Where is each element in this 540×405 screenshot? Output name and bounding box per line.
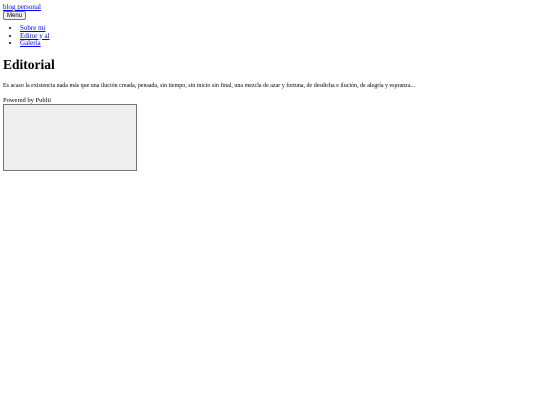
nav-link-galeria[interactable]: Galeria	[20, 39, 41, 47]
nav-item-editor: Editor y al	[20, 32, 540, 41]
site-logo-link[interactable]: blog personal	[3, 3, 540, 11]
main-content: Editorial Es acaso la existencia nada má…	[3, 56, 540, 90]
main-navigation: Sobre mi Editor y al Galeria	[3, 24, 540, 48]
page: blog personal Menu Sobre mi Editor y al …	[0, 0, 540, 405]
nav-item-galeria: Galeria	[20, 39, 540, 48]
powered-by-text: Powered by Publii	[3, 96, 52, 104]
nav-list: Sobre mi Editor y al Galeria	[3, 24, 540, 48]
site-footer: Powered by Publii	[3, 97, 540, 171]
site-header: blog personal Menu Sobre mi Editor y al …	[3, 3, 540, 48]
embedded-frame[interactable]	[3, 103, 137, 171]
article-title: Editorial	[3, 56, 55, 72]
article-body: Es acaso la existencia nada más que una …	[3, 82, 416, 89]
nav-item-sobre-mi: Sobre mi	[20, 24, 540, 33]
menu-button[interactable]: Menu	[3, 11, 27, 20]
